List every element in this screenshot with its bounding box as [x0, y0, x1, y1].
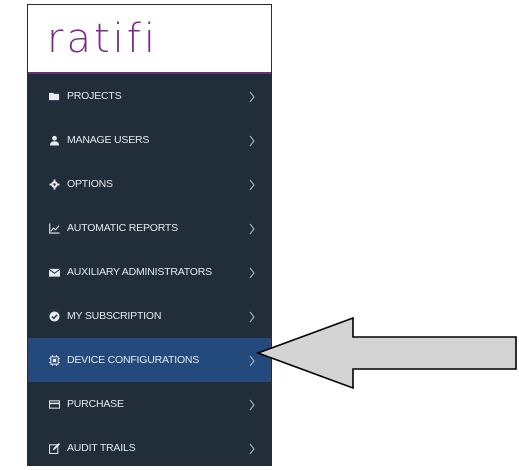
chevron-right-icon	[247, 398, 257, 411]
pointer-arrow-icon	[255, 316, 517, 390]
folder-icon	[47, 89, 61, 103]
sidebar-item-label: AUXILIARY ADMINISTRATORS	[67, 266, 212, 278]
sidebar: ratifi PROJECTS MANAGE USERS OPTIONS AUT…	[27, 4, 272, 466]
line-chart-icon	[47, 221, 61, 235]
sidebar-item-my-subscription[interactable]: MY SUBSCRIPTION	[28, 294, 271, 338]
sidebar-item-label: PURCHASE	[67, 398, 124, 410]
sidebar-item-label: PROJECTS	[67, 90, 122, 102]
sidebar-item-options[interactable]: OPTIONS	[28, 162, 271, 206]
sidebar-item-manage-users[interactable]: MANAGE USERS	[28, 118, 271, 162]
sidebar-item-label: OPTIONS	[67, 178, 113, 190]
check-circle-icon	[47, 309, 61, 323]
chevron-right-icon	[247, 178, 257, 191]
sidebar-item-label: MANAGE USERS	[67, 134, 150, 146]
user-icon	[47, 133, 61, 147]
sidebar-item-projects[interactable]: PROJECTS	[28, 74, 271, 118]
gear-icon	[47, 177, 61, 191]
chevron-right-icon	[247, 222, 257, 235]
sidebar-item-auxiliary-administrators[interactable]: AUXILIARY ADMINISTRATORS	[28, 250, 271, 294]
sidebar-item-label: MY SUBSCRIPTION	[67, 310, 162, 322]
envelope-icon	[47, 265, 61, 279]
edit-icon	[47, 441, 61, 455]
sidebar-item-device-configurations[interactable]: DEVICE CONFIGURATIONS	[28, 338, 271, 382]
logo-area: ratifi	[28, 5, 271, 74]
chevron-right-icon	[247, 442, 257, 455]
sidebar-item-purchase[interactable]: PURCHASE	[28, 382, 271, 426]
chevron-right-icon	[247, 90, 257, 103]
sidebar-item-label: AUTOMATIC REPORTS	[67, 222, 178, 234]
sidebar-item-label: AUDIT TRAILS	[67, 442, 136, 454]
credit-card-icon	[47, 397, 61, 411]
sidebar-item-audit-trails[interactable]: AUDIT TRAILS	[28, 426, 271, 470]
device-icon	[47, 353, 61, 367]
sidebar-menu: PROJECTS MANAGE USERS OPTIONS AUTOMATIC …	[28, 74, 271, 470]
chevron-right-icon	[247, 134, 257, 147]
logo[interactable]: ratifi	[47, 16, 158, 62]
sidebar-item-label: DEVICE CONFIGURATIONS	[67, 354, 200, 366]
sidebar-item-automatic-reports[interactable]: AUTOMATIC REPORTS	[28, 206, 271, 250]
chevron-right-icon	[247, 266, 257, 279]
